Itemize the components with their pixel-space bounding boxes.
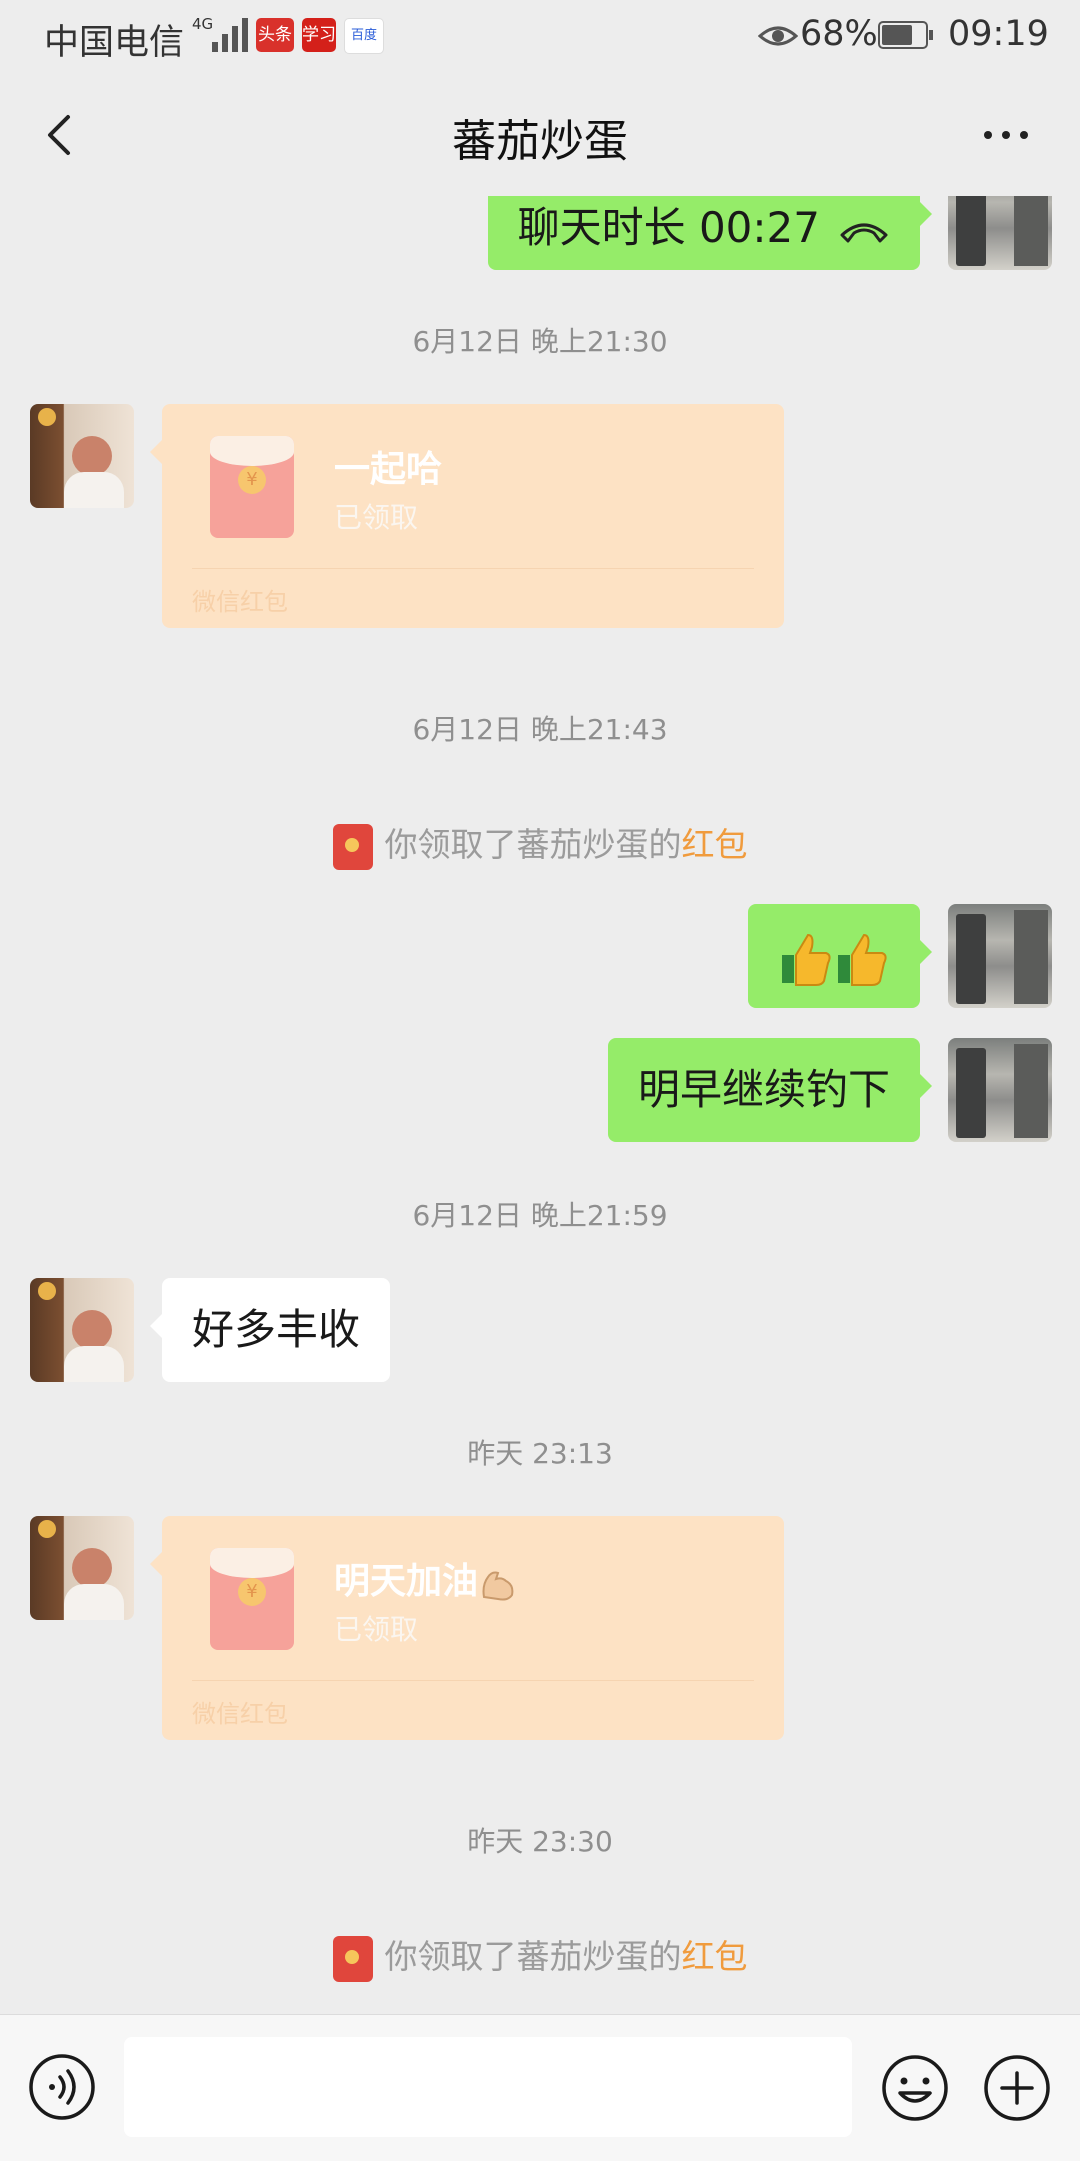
battery-icon xyxy=(878,21,933,49)
contact-avatar[interactable] xyxy=(30,1516,134,1620)
chat-title: 蕃茄炒蛋 xyxy=(452,116,628,167)
red-packet-title-text: 明天加油 xyxy=(334,1561,479,1602)
message-bubble[interactable]: 明早继续钓下 xyxy=(607,1038,933,1142)
timestamp: 昨天 23:30 xyxy=(467,1825,613,1858)
more-dots-icon[interactable] xyxy=(976,105,1036,165)
contact-avatar[interactable] xyxy=(30,404,134,508)
message-input[interactable] xyxy=(124,2037,852,2137)
input-bar xyxy=(0,2014,1080,2161)
message-bubble[interactable]: 好多丰收 xyxy=(149,1278,391,1382)
red-packet-title: 明天加油 xyxy=(334,1552,518,1604)
battery-percent: 68% xyxy=(800,14,878,54)
carrier-name: 中国电信 xyxy=(44,23,185,63)
red-packet-link[interactable]: 红包 xyxy=(682,825,748,864)
flexed-biceps-icon xyxy=(482,1571,514,1601)
system-message: 你领取了蕃茄炒蛋的红包 xyxy=(0,1930,1080,1982)
red-packet-footer: 微信红包 xyxy=(192,1700,288,1728)
red-envelope-icon: ¥ xyxy=(210,436,294,538)
status-bar: 中国电信 4G 头条 学习 百度 68% 09:19 xyxy=(0,0,1080,75)
clock: 09:19 xyxy=(948,14,1049,54)
red-packet-title: 一起哈 xyxy=(334,449,443,490)
system-message-text: 你领取了蕃茄炒蛋的 xyxy=(384,1937,682,1976)
timestamp: 6月12日 晚上21:59 xyxy=(412,1199,668,1232)
emoji-bubble[interactable] xyxy=(748,904,932,1008)
red-envelope-icon xyxy=(332,823,373,870)
divider xyxy=(192,1680,754,1681)
red-packet-footer: 微信红包 xyxy=(192,588,288,616)
red-packet-card[interactable]: ¥ 明天加油 已领取 微信红包 xyxy=(150,1516,784,1740)
signal-icon xyxy=(212,18,248,52)
baidu-app-icon: 百度 xyxy=(344,18,384,54)
red-envelope-icon: ¥ xyxy=(210,1548,294,1650)
red-packet-status: 已领取 xyxy=(334,1613,419,1646)
self-avatar[interactable] xyxy=(948,904,1052,1008)
thumbs-up-icon xyxy=(838,933,887,986)
thumbs-up-icon xyxy=(782,933,831,986)
timestamp: 6月12日 晚上21:30 xyxy=(412,325,668,358)
call-duration-text: 聊天时长 00:27 xyxy=(517,203,820,252)
emoji-icon[interactable] xyxy=(880,2053,950,2123)
plus-icon[interactable] xyxy=(982,2053,1052,2123)
phone-hangup-icon xyxy=(840,223,888,242)
system-message: 你领取了蕃茄炒蛋的红包 xyxy=(0,818,1080,870)
self-avatar[interactable] xyxy=(948,1038,1052,1142)
red-envelope-icon xyxy=(332,1935,373,1982)
xuexi-app-icon: 学习 xyxy=(302,18,336,52)
timestamp: 昨天 23:13 xyxy=(467,1437,613,1470)
red-packet-link[interactable]: 红包 xyxy=(682,1937,748,1976)
toutiao-app-icon: 头条 xyxy=(256,18,294,52)
chat-header: 蕃茄炒蛋 xyxy=(0,75,1080,195)
eye-comfort-icon xyxy=(758,26,798,46)
red-packet-status: 已领取 xyxy=(334,501,419,534)
contact-avatar[interactable] xyxy=(30,1278,134,1382)
red-packet-card[interactable]: ¥ 一起哈 已领取 微信红包 xyxy=(150,404,784,628)
voice-icon[interactable] xyxy=(28,2053,96,2121)
timestamp: 6月12日 晚上21:43 xyxy=(412,713,668,746)
system-message-text: 你领取了蕃茄炒蛋的 xyxy=(384,825,682,864)
divider xyxy=(192,568,754,569)
